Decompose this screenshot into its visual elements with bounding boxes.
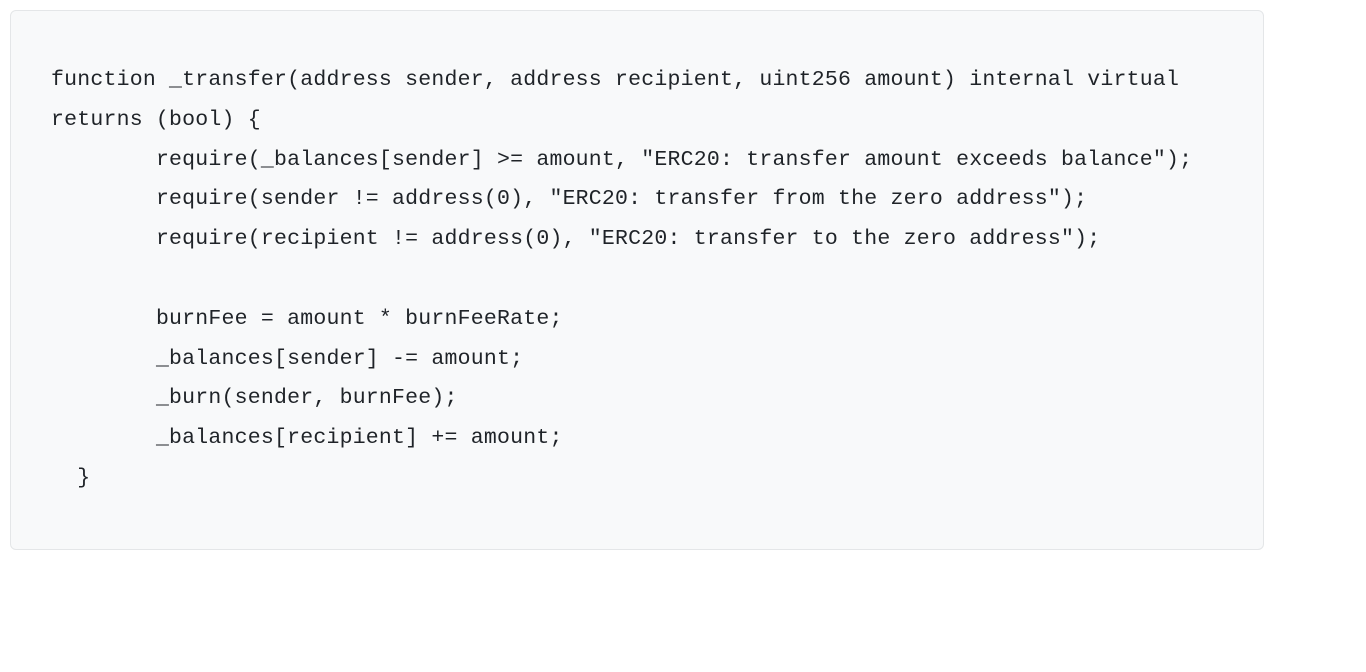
code-line-8: _burn(sender, burnFee);: [51, 379, 1223, 419]
code-line-2: require(_balances[sender] >= amount, "ER…: [51, 141, 1223, 181]
code-line-3: require(sender != address(0), "ERC20: tr…: [51, 180, 1223, 220]
code-line-6: burnFee = amount * burnFeeRate;: [51, 300, 1223, 340]
code-block: function _transfer(address sender, addre…: [10, 10, 1264, 550]
code-line-5: [51, 260, 1223, 300]
code-line-4: require(recipient != address(0), "ERC20:…: [51, 220, 1223, 260]
code-line-7: _balances[sender] -= amount;: [51, 340, 1223, 380]
code-line-9: _balances[recipient] += amount;: [51, 419, 1223, 459]
code-line-1: function _transfer(address sender, addre…: [51, 61, 1223, 141]
code-line-10: }: [51, 459, 1223, 499]
